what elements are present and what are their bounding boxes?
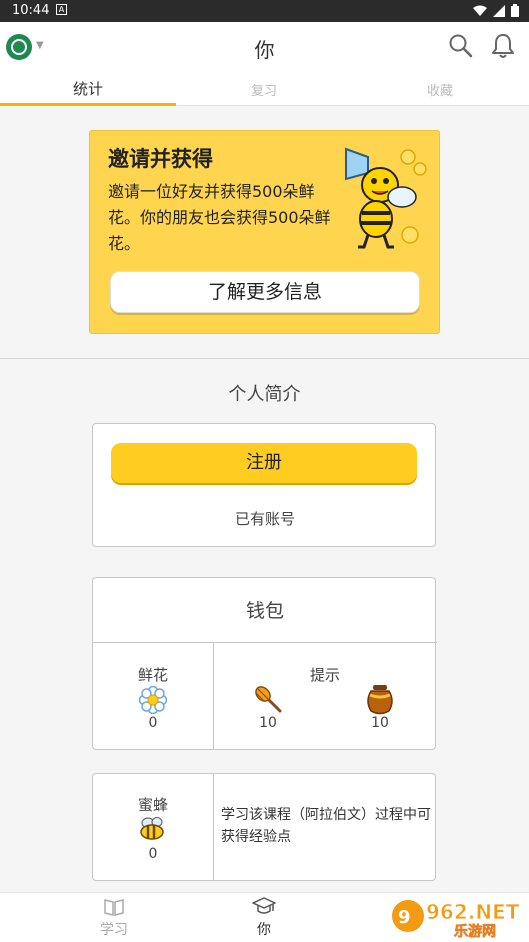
hints-dipper-value: 10 [259,715,277,731]
watermark-subtext: 乐游网 [454,923,496,939]
wallet-card: 钱包 鲜花 0 提示 10 10 [92,577,437,750]
hints-pot-value: 10 [371,715,389,731]
register-button[interactable]: 注册 [111,443,417,483]
system-icons [473,4,519,17]
invite-heading: 邀请并获得 [108,147,213,171]
learn-more-button[interactable]: 了解更多信息 [110,271,420,313]
watermark-text: 962.NET [426,900,520,924]
invite-banner: 邀请并获得 邀请一位好友并获得500朵鲜花。你的朋友也会获得500朵鲜花。 了解… [89,130,440,334]
flowers-label: 鲜花 [137,666,168,684]
bees-description: 学习该课程（阿拉伯文）过程中可获得经验点 [221,807,431,845]
bees-label: 蜜蜂 [137,796,168,814]
flowers-value: 0 [148,715,158,731]
hints-label: 提示 [309,666,340,684]
honey-dipper-icon [255,686,282,713]
tab-favorites[interactable]: 收藏 [352,80,528,99]
profile-section-title: 个人简介 [228,384,301,405]
wallet-column-divider [213,642,214,750]
nav-learn-label: 学习 [100,922,128,938]
graduation-cap-icon [252,897,276,914]
have-account-link[interactable]: 已有账号 [93,508,437,529]
status-bar: 10:44 A [0,0,529,22]
section-divider [0,358,529,359]
register-card: 注册 已有账号 [92,423,436,547]
invite-description: 邀请一位好友并获得500朵鲜花。你的朋友也会获得500朵鲜花。 [108,182,331,253]
svg-text:9: 9 [398,907,411,928]
signal-icon [493,4,505,17]
tab-review[interactable]: 复习 [176,80,352,99]
search-icon[interactable] [448,33,474,59]
battery-icon [511,4,519,17]
nav-you-label: 你 [257,922,271,938]
wallet-divider [93,642,437,643]
bees-column-divider [213,774,214,880]
tab-indicator [0,103,176,106]
tab-bar: 统计 复习 收藏 [0,70,529,106]
bee-megaphone-illustration [345,147,427,249]
wifi-icon [473,5,487,16]
bell-icon[interactable] [490,32,516,60]
book-icon [104,899,124,916]
notification-icon: A [56,4,67,15]
flower-icon [139,686,167,714]
honey-pot-icon [367,685,393,715]
status-time: 10:44 [12,3,50,18]
bees-value: 0 [148,846,158,862]
bee-icon [140,817,164,840]
app-bar: ▼ 你 [0,22,529,70]
site-watermark-logo: 9 962.NET 乐游网 [392,900,520,939]
tab-statistics[interactable]: 统计 [0,78,176,99]
wallet-title: 钱包 [245,600,284,622]
bees-card: 蜜蜂 0 学习该课程（阿拉伯文）过程中可获得经验点 [92,773,436,881]
